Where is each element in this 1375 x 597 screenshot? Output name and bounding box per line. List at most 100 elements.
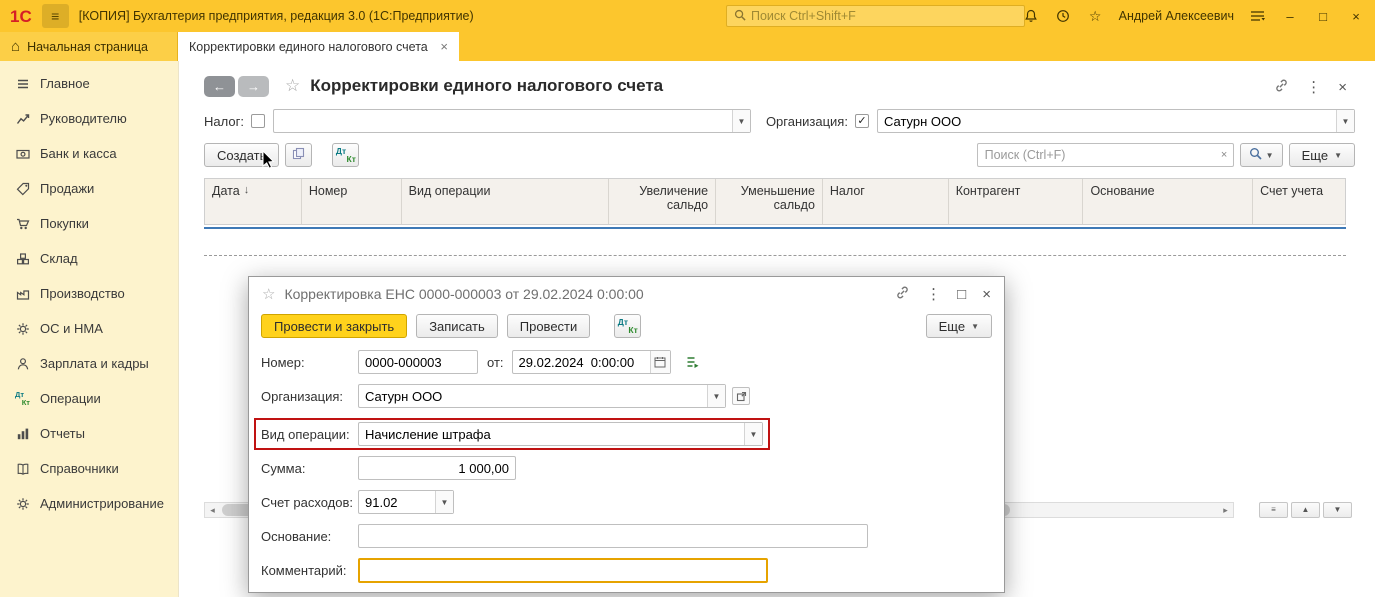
column-tax[interactable]: Налог [823, 179, 949, 224]
chevron-down-icon[interactable]: ▼ [731, 110, 750, 132]
sidebar-item-administration[interactable]: Администрирование [0, 486, 178, 521]
org-filter-combo[interactable]: ▼ [876, 109, 1355, 133]
tax-filter-input[interactable] [273, 110, 732, 132]
post-and-close-button[interactable]: Провести и закрыть [261, 314, 408, 338]
expense-account-input[interactable] [359, 491, 435, 513]
sidebar-item-references[interactable]: Справочники [0, 451, 178, 486]
maximize-button[interactable]: □ [1314, 10, 1332, 23]
favorite-star-icon[interactable]: ☆ [262, 285, 275, 303]
close-dialog-icon[interactable]: × [982, 287, 991, 302]
list-search-input[interactable] [977, 148, 1216, 162]
close-window-button[interactable]: × [1347, 10, 1365, 23]
org-filter-checkbox[interactable]: ✓ [854, 114, 869, 128]
notifications-bell-icon[interactable] [1023, 8, 1040, 25]
tax-filter-checkbox[interactable] [250, 114, 265, 128]
create-button[interactable]: Создать [204, 143, 280, 167]
sidebar-item-main[interactable]: Главное [0, 66, 178, 101]
column-basis[interactable]: Основание [1083, 179, 1254, 224]
column-increase-balance[interactable]: Увеличение сальдо [609, 179, 717, 224]
basis-input[interactable] [358, 524, 868, 548]
open-organization-icon[interactable] [732, 387, 750, 405]
tab-close-icon[interactable]: × [440, 39, 448, 54]
date-field[interactable] [511, 350, 671, 374]
service-menu-icon[interactable] [1249, 8, 1266, 25]
go-to-bottom-button[interactable]: ▼ [1323, 502, 1352, 518]
sidebar-item-bank-cash[interactable]: Банк и касса [0, 136, 178, 171]
banknote-icon [15, 146, 30, 161]
chevron-down-icon[interactable]: ▼ [435, 491, 453, 513]
org-filter-label: Организация: [765, 113, 848, 129]
show-postings-button[interactable]: Дт Кт [614, 314, 642, 338]
sidebar-item-warehouse[interactable]: Склад [0, 241, 178, 276]
number-input[interactable] [358, 350, 478, 374]
operation-type-input[interactable] [359, 423, 744, 445]
sections-panel: Главное Руководителю Банк и касса Продаж… [0, 61, 178, 597]
sidebar-item-label: Зарплата и кадры [40, 356, 149, 371]
tab-home[interactable]: ⌂ Начальная страница [0, 32, 178, 61]
write-button[interactable]: Записать [416, 314, 498, 338]
column-account[interactable]: Счет учета [1253, 179, 1345, 224]
link-icon[interactable] [895, 285, 910, 303]
search-button[interactable]: ▼ [1239, 143, 1283, 167]
scroll-left-button[interactable]: ◂ [205, 503, 220, 517]
dialog-more-button[interactable]: Еще ▼ [925, 314, 992, 338]
maximize-dialog-icon[interactable]: □ [957, 287, 966, 302]
empty-row-cursor[interactable] [204, 229, 1346, 256]
organization-field[interactable]: ▼ [358, 384, 726, 408]
related-documents-icon[interactable] [685, 355, 700, 369]
forward-button[interactable]: → [238, 75, 269, 97]
column-decrease-balance[interactable]: Уменьшение сальдо [716, 179, 823, 224]
more-menu-icon[interactable]: ⋮ [1306, 80, 1321, 95]
more-menu-icon[interactable]: ⋮ [926, 287, 941, 302]
back-button[interactable]: ← [204, 75, 235, 97]
close-page-icon[interactable]: × [1338, 80, 1347, 95]
column-date[interactable]: Дата ↓ [205, 179, 302, 224]
dialog-header[interactable]: ☆ Корректировка ЕНС 0000-000003 от 29.02… [249, 277, 1004, 311]
global-search[interactable] [726, 5, 1025, 27]
favorites-star-icon[interactable]: ☆ [1087, 8, 1104, 25]
amount-input[interactable] [358, 456, 516, 480]
sidebar-item-operations[interactable]: Дт Кт Операции [0, 381, 178, 416]
favorite-star-icon[interactable]: ☆ [285, 76, 300, 96]
kt-glyph: Кт [628, 325, 638, 335]
expense-account-field[interactable]: ▼ [358, 490, 454, 514]
copy-button[interactable] [285, 143, 313, 167]
tax-filter-combo[interactable]: ▼ [272, 109, 751, 133]
sidebar-item-production[interactable]: Производство [0, 276, 178, 311]
list-search-field[interactable]: × [976, 143, 1234, 167]
organization-input[interactable] [359, 385, 707, 407]
sidebar-item-purchases[interactable]: Покупки [0, 206, 178, 241]
current-user[interactable]: Андрей Алексеевич [1119, 9, 1234, 23]
chevron-down-icon[interactable]: ▼ [1336, 110, 1354, 132]
operation-type-field[interactable]: ▼ [358, 422, 763, 446]
date-input[interactable] [512, 351, 650, 373]
kt-glyph: Кт [21, 397, 30, 407]
global-search-input[interactable] [751, 9, 1017, 23]
more-button[interactable]: Еще ▼ [1288, 143, 1355, 167]
org-filter-input[interactable] [877, 110, 1336, 132]
minimize-button[interactable]: – [1281, 10, 1299, 23]
column-number[interactable]: Номер [302, 179, 402, 224]
tab-corrections[interactable]: Корректировки единого налогового счета × [178, 32, 459, 61]
column-operation-type[interactable]: Вид операции [402, 179, 610, 224]
go-to-top-button[interactable]: ▲ [1291, 502, 1320, 518]
scroll-right-button[interactable]: ▸ [1218, 503, 1233, 517]
chevron-down-icon[interactable]: ▼ [707, 385, 725, 407]
comment-input[interactable] [358, 557, 768, 583]
table-header: Дата ↓ Номер Вид операции Увеличение саль… [204, 178, 1346, 225]
sidebar-item-reports[interactable]: Отчеты [0, 416, 178, 451]
sidebar-item-sales[interactable]: Продажи [0, 171, 178, 206]
link-icon[interactable] [1274, 78, 1289, 96]
main-menu-button[interactable]: ≡ [41, 4, 69, 28]
clear-search-icon[interactable]: × [1216, 149, 1233, 161]
sidebar-item-payroll[interactable]: Зарплата и кадры [0, 346, 178, 381]
chevron-down-icon[interactable]: ▼ [744, 423, 762, 445]
show-postings-button[interactable]: Дт Кт [332, 143, 360, 167]
post-button[interactable]: Провести [506, 314, 591, 338]
column-counterparty[interactable]: Контрагент [949, 179, 1084, 224]
list-settings-button[interactable]: ≡ [1259, 502, 1288, 518]
calendar-icon[interactable] [649, 351, 670, 373]
history-icon[interactable] [1055, 8, 1072, 25]
sidebar-item-fixed-assets[interactable]: ОС и НМА [0, 311, 178, 346]
sidebar-item-manager[interactable]: Руководителю [0, 101, 178, 136]
